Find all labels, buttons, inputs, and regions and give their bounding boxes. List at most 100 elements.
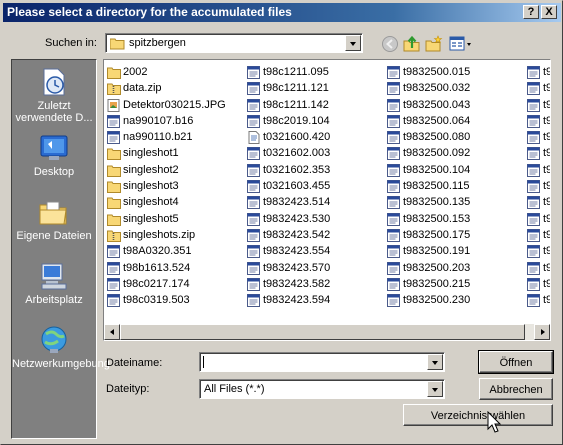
folder-icon xyxy=(107,214,121,226)
file-name: t9832500.104 xyxy=(403,163,471,176)
file-name: t0321602.003 xyxy=(263,147,331,160)
file-dialog: Please select a directory for the accumu… xyxy=(0,0,563,445)
lookin-value: spitzbergen xyxy=(129,37,186,49)
view-menu-icon[interactable] xyxy=(449,35,473,53)
binary-file-icon xyxy=(387,180,400,194)
file-list[interactable]: 2002 data.zip Detektor030215.JPG na990107.b… xyxy=(103,59,551,341)
file-name: t9 xyxy=(543,212,550,225)
binary-file-icon xyxy=(527,245,540,259)
mouse-pointer-icon xyxy=(487,411,501,433)
binary-file-icon xyxy=(247,180,260,194)
place-network[interactable]: Netzwerkumgebung xyxy=(12,324,110,370)
binary-file-icon xyxy=(527,82,540,96)
binary-file-icon xyxy=(387,261,400,275)
choose-directory-button[interactable]: Verzeichnis wählen xyxy=(403,404,553,426)
file-name: t9832500.092 xyxy=(403,147,471,160)
binary-file-icon xyxy=(387,98,400,112)
binary-file-icon xyxy=(527,98,540,112)
file-name: t9832500.191 xyxy=(403,245,471,258)
file-name: singleshot5 xyxy=(123,212,179,225)
zip-folder-icon xyxy=(107,230,121,242)
recent-documents-icon xyxy=(43,68,65,96)
text-file-icon xyxy=(248,131,260,145)
file-name: t9 xyxy=(543,163,550,176)
binary-file-icon xyxy=(387,147,400,161)
close-button[interactable]: X xyxy=(541,5,557,19)
file-name: na990110.b21 xyxy=(123,131,193,144)
file-name: t9832500.080 xyxy=(403,131,471,144)
place-recent-label: Zuletzt verwendete D... xyxy=(15,100,93,124)
binary-file-icon xyxy=(387,163,400,177)
file-name: t98A0320.351 xyxy=(123,245,192,258)
lookin-dropdown-button[interactable] xyxy=(345,35,361,51)
file-name: t9 xyxy=(543,114,550,127)
binary-file-icon xyxy=(247,66,260,79)
binary-file-icon xyxy=(387,196,400,210)
place-desktop[interactable]: Desktop xyxy=(12,132,96,178)
filename-dropdown-button[interactable] xyxy=(427,354,443,370)
scroll-right-button[interactable] xyxy=(534,324,550,340)
filetype-dropdown-button[interactable] xyxy=(427,381,443,397)
image-file-icon xyxy=(107,98,120,112)
back-icon[interactable] xyxy=(381,35,399,53)
file-name: t9832500.015 xyxy=(403,66,471,78)
file-name: t98c1211.121 xyxy=(263,82,329,95)
up-folder-icon[interactable] xyxy=(403,35,421,53)
file-name: t9832423.554 xyxy=(263,245,331,258)
file-name: t9832500.175 xyxy=(403,228,471,241)
filetype-select[interactable]: All Files (*.*) xyxy=(199,379,445,399)
binary-file-icon xyxy=(387,212,400,226)
file-name: t98c1211.142 xyxy=(263,98,329,111)
place-network-label: Netzwerkumgebung xyxy=(12,358,110,370)
help-button[interactable]: ? xyxy=(523,5,539,19)
binary-file-icon xyxy=(247,114,260,128)
new-folder-icon[interactable] xyxy=(425,35,443,53)
lookin-combo[interactable]: spitzbergen xyxy=(105,33,363,53)
file-name: t9832500.203 xyxy=(403,261,471,274)
place-my-documents[interactable]: Eigene Dateien xyxy=(12,196,96,242)
file-name: data.zip xyxy=(123,82,162,95)
file-name: t9 xyxy=(543,245,550,258)
cancel-button[interactable]: Abbrechen xyxy=(479,378,553,400)
zip-folder-icon xyxy=(107,83,121,96)
file-name: singleshots.zip xyxy=(123,228,196,241)
binary-file-icon xyxy=(107,131,120,145)
scroll-left-button[interactable] xyxy=(104,324,120,340)
filename-field[interactable] xyxy=(199,352,445,372)
binary-file-icon xyxy=(527,180,540,194)
file-name: singleshot3 xyxy=(123,180,179,193)
binary-file-icon xyxy=(387,82,400,96)
my-computer-icon xyxy=(41,263,67,290)
file-name: t0321600.420 xyxy=(263,131,331,144)
binary-file-icon xyxy=(107,294,120,308)
binary-file-icon xyxy=(247,82,260,96)
open-button[interactable]: Öffnen xyxy=(478,350,554,374)
binary-file-icon xyxy=(527,163,540,177)
binary-file-icon xyxy=(107,114,120,128)
filename-label: Dateiname: xyxy=(106,357,163,369)
horizontal-scrollbar[interactable] xyxy=(104,324,550,340)
file-name: t9 xyxy=(543,82,550,95)
place-my-computer[interactable]: Arbeitsplatz xyxy=(12,260,96,306)
binary-file-icon xyxy=(247,98,260,112)
binary-file-icon xyxy=(527,228,540,242)
file-name: t9 xyxy=(543,147,550,160)
file-name: 2002 xyxy=(123,66,148,78)
file-name: t9832423.530 xyxy=(263,212,331,225)
binary-file-icon xyxy=(247,245,260,259)
file-name: t9832500.115 xyxy=(403,180,470,193)
filetype-value: All Files (*.*) xyxy=(204,383,265,395)
file-name: Detektor030215.JPG xyxy=(123,98,226,111)
binary-file-icon xyxy=(247,261,260,275)
binary-file-icon xyxy=(247,228,260,242)
binary-file-icon xyxy=(247,196,260,210)
binary-file-icon xyxy=(527,147,540,161)
file-name: t9 xyxy=(543,196,550,209)
file-name: t9 xyxy=(543,294,550,307)
file-name: t9832500.032 xyxy=(403,82,471,95)
dialog-title: Please select a directory for the accumu… xyxy=(7,5,292,19)
file-name: t9 xyxy=(543,66,550,78)
title-bar[interactable]: Please select a directory for the accumu… xyxy=(3,3,561,22)
scroll-thumb[interactable] xyxy=(120,324,525,340)
place-recent[interactable]: Zuletzt verwendete D... xyxy=(12,66,96,124)
